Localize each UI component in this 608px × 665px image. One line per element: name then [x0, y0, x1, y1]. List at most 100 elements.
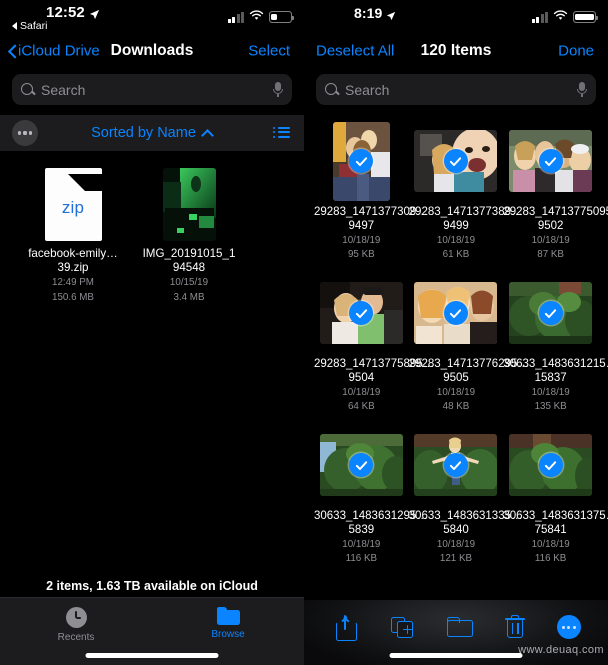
selected-checkmark-icon[interactable] [443, 301, 468, 325]
photo-thumbnail-wrap [314, 425, 409, 505]
cellular-bars-icon [227, 11, 244, 23]
watermark-text: www.deuaq.com [518, 644, 604, 656]
selected-checkmark-icon[interactable] [538, 149, 563, 173]
selected-checkmark-icon[interactable] [349, 301, 374, 325]
search-input[interactable]: Search [316, 74, 596, 105]
photo-size: 61 KB [442, 249, 470, 260]
photo-thumbnail-wrap [503, 425, 598, 505]
share-icon[interactable] [331, 612, 361, 642]
file-size: 3.4 MB [173, 292, 205, 303]
zip-document-icon: zip [44, 168, 102, 241]
photo-date: 10/18/19 [342, 387, 381, 398]
sort-bar: Sorted by Name [0, 115, 304, 151]
photo-item[interactable]: 30633_1483631335…5840 10/18/19 121 KB [408, 425, 523, 565]
photo-date: 10/18/19 [436, 387, 476, 398]
duplicate-icon[interactable] [388, 612, 418, 642]
photo-thumbnail-wrap [503, 121, 598, 201]
photo-thumbnail-wrap [314, 273, 409, 353]
ellipsis-icon[interactable] [12, 120, 38, 146]
left-panel-files-downloads: 12:52 Safari iCloud Drive Downloads Sele… [0, 0, 304, 665]
photo-item[interactable]: 29283_14713776295…9505 10/18/19 48 KB [409, 273, 529, 413]
photo-size: 64 KB [347, 401, 375, 412]
trash-icon[interactable] [500, 612, 530, 642]
photo-item[interactable]: 29283_14713775895…9504 10/18/19 64 KB [314, 273, 434, 413]
photo-thumbnail-wrap [503, 273, 598, 353]
image-preview [162, 168, 216, 241]
selected-checkmark-icon[interactable] [538, 301, 563, 325]
photo-item[interactable]: 29283_1471377389…9499 10/18/19 61 KB [408, 121, 523, 261]
photo-size: 87 KB [537, 249, 564, 260]
file-item[interactable]: zip facebook-emily…39.zip 12:49 PM 150.6… [26, 165, 120, 304]
back-app-label: Safari [20, 20, 48, 32]
page-fold-corner [67, 174, 102, 191]
photo-item[interactable]: 30633_1483631375…75841 10/18/19 116 KB [503, 425, 608, 565]
photo-item[interactable]: 29283_14713775095…9502 10/18/19 87 KB [503, 121, 608, 261]
microphone-icon[interactable] [577, 81, 587, 98]
file-thumbnail: zip [26, 165, 120, 241]
status-time-text: 12:52 [46, 4, 85, 21]
status-time: 8:19 [354, 5, 397, 21]
back-to-app-link[interactable]: Safari [12, 20, 47, 32]
status-indicators [531, 8, 598, 26]
photo-item[interactable]: 29283_1471377309…9497 10/18/19 95 KB [314, 121, 428, 261]
back-button-label: iCloud Drive [18, 42, 100, 60]
photo-thumbnail-wrap [314, 121, 409, 201]
done-button[interactable]: Done [558, 43, 594, 60]
photo-name: 30633_1483631295…5839 [314, 510, 428, 536]
photo-name: 30633_1483631215…15837 [503, 358, 608, 384]
search-icon [21, 82, 35, 97]
chevron-up-icon [202, 129, 213, 137]
search-placeholder: Search [41, 81, 86, 98]
left-nav-bar: iCloud Drive Downloads Select [0, 32, 304, 70]
photo-thumbnail-wrap [409, 273, 504, 353]
battery-low-icon [269, 11, 294, 23]
location-arrow-icon [89, 7, 100, 20]
storage-status-text: 2 items, 1.63 TB available on iCloud [46, 579, 258, 593]
photo-name: 29283_1471377309…9497 [314, 206, 428, 232]
status-indicators [227, 8, 294, 26]
photo-size: 95 KB [347, 249, 375, 260]
ellipsis-circle-icon[interactable] [556, 615, 581, 639]
folder-icon[interactable] [444, 612, 474, 642]
back-button-icloud-drive[interactable]: iCloud Drive [8, 43, 100, 60]
photo-item[interactable]: 30633_1483631215…15837 10/18/19 135 KB [503, 273, 608, 413]
photo-date: 10/18/19 [436, 539, 476, 550]
cellular-bars-icon [531, 11, 548, 23]
photo-size: 116 KB [345, 553, 378, 564]
photo-thumbnail-wrap [409, 121, 504, 201]
microphone-icon[interactable] [273, 81, 283, 98]
deselect-all-button[interactable]: Deselect All [316, 43, 394, 60]
file-name: facebook-emily…39.zip [28, 247, 118, 274]
photo-name: 30633_1483631375…75841 [503, 510, 608, 536]
wifi-icon [249, 8, 264, 26]
selected-checkmark-icon[interactable] [443, 453, 468, 477]
battery-full-icon [573, 11, 598, 23]
selected-checkmark-icon[interactable] [538, 453, 563, 477]
photo-thumbnail-wrap [409, 425, 504, 505]
photo-date: 10/18/19 [531, 387, 570, 398]
photo-size: 48 KB [442, 401, 470, 412]
select-button[interactable]: Select [248, 43, 290, 60]
photo-name: 29283_14713775095…9502 [503, 206, 608, 232]
photo-name: 29283_1471377389…9499 [408, 206, 523, 232]
search-input[interactable]: Search [12, 74, 292, 105]
sort-by-label: Sorted by Name [91, 125, 196, 141]
home-indicator[interactable] [85, 653, 219, 658]
photo-name: 30633_1483631335…5840 [408, 510, 523, 536]
selected-checkmark-icon[interactable] [443, 149, 468, 173]
photo-grid: 29283_1471377309…9497 10/18/19 95 KB 292… [304, 115, 608, 577]
selection-count-title: 120 Items [420, 42, 492, 59]
home-indicator[interactable] [389, 653, 523, 658]
photo-size: 116 KB [534, 553, 567, 564]
right-status-bar: 8:19 [304, 0, 608, 32]
file-item[interactable]: IMG_20191015_194548 10/15/19 3.4 MB [142, 165, 236, 304]
photo-item[interactable]: 30633_1483631295…5839 10/18/19 116 KB [314, 425, 428, 565]
wifi-icon [553, 8, 568, 26]
list-view-icon[interactable] [273, 126, 290, 140]
search-icon [325, 82, 339, 97]
selected-checkmark-icon[interactable] [349, 453, 374, 477]
status-time-text: 8:19 [354, 5, 383, 21]
left-search-container: Search [0, 70, 304, 115]
sort-by-button[interactable]: Sorted by Name [91, 125, 213, 141]
selected-checkmark-icon[interactable] [349, 149, 374, 173]
